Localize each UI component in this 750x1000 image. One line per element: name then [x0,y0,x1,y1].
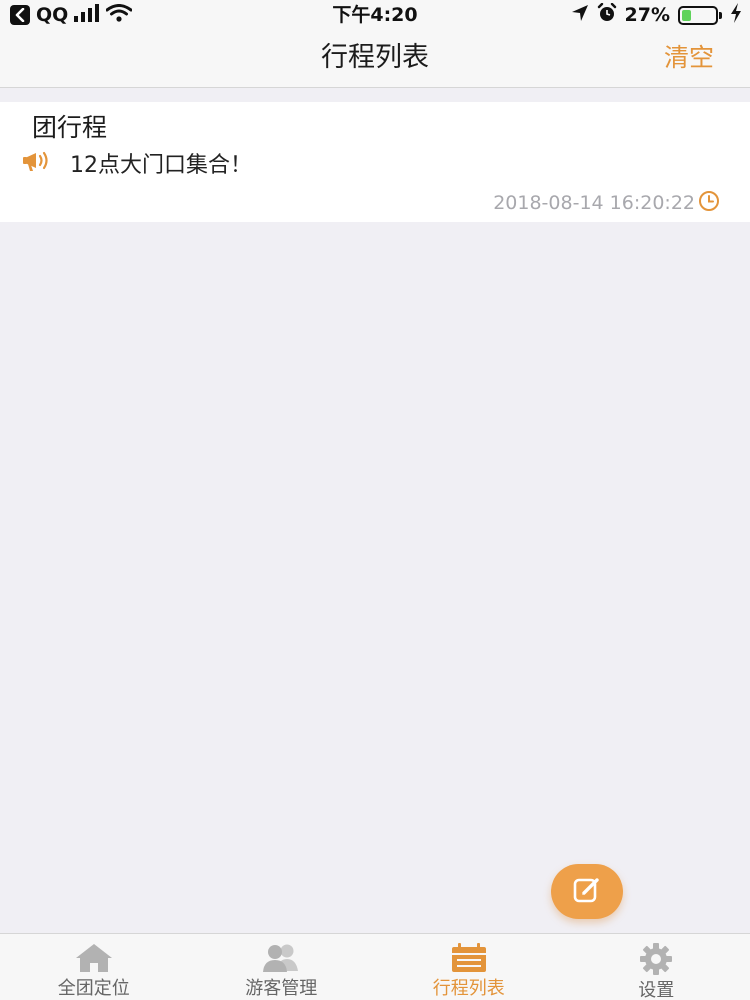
alarm-icon [597,2,617,28]
timestamp-text: 2018-08-14 16:20:22 [493,192,695,214]
tab-tourist-management[interactable]: 游客管理 [188,934,376,1000]
users-icon [260,943,302,973]
battery-level [682,9,691,21]
megaphone-icon [22,148,54,178]
tab-group-location[interactable]: 全团定位 [0,934,188,1000]
tab-bar: 全团定位 游客管理 行程列表 设置 [0,933,750,1000]
status-bar: QQ 下午4:20 27% [0,0,750,30]
tab-label: 行程列表 [432,978,505,999]
itinerary-message-row: 12点大门口集合！ [22,147,252,179]
itinerary-message: 12点大门口集合！ [70,153,252,178]
compose-button[interactable] [551,864,623,919]
battery-percent: 27% [624,4,670,26]
itinerary-item[interactable]: 团行程 12点大门口集合！ 2018-08-14 16:20:22 [0,102,750,222]
home-icon [74,943,114,973]
nav-bar: 行程列表 清空 [0,30,750,88]
edit-icon [572,875,602,909]
screen: QQ 下午4:20 27% 行程列表 清空 团行程 12点大门口集合！ 2018… [0,0,750,1000]
charging-bolt-icon [730,2,742,28]
calendar-icon [450,943,488,973]
tab-label: 全团定位 [57,978,130,999]
tab-label: 游客管理 [245,978,318,999]
battery-icon [678,5,722,25]
tab-label: 设置 [638,980,675,1000]
status-right: 27% [571,2,742,28]
clear-button[interactable]: 清空 [664,30,714,86]
itinerary-timestamp: 2018-08-14 16:20:22 [493,190,720,216]
itinerary-title: 团行程 [32,113,108,142]
tab-settings[interactable]: 设置 [563,934,750,1000]
page-title: 行程列表 [321,42,429,73]
gear-icon [639,943,673,975]
location-arrow-icon [571,4,589,27]
tab-itinerary-list[interactable]: 行程列表 [375,934,563,1000]
clock-icon [698,190,720,217]
